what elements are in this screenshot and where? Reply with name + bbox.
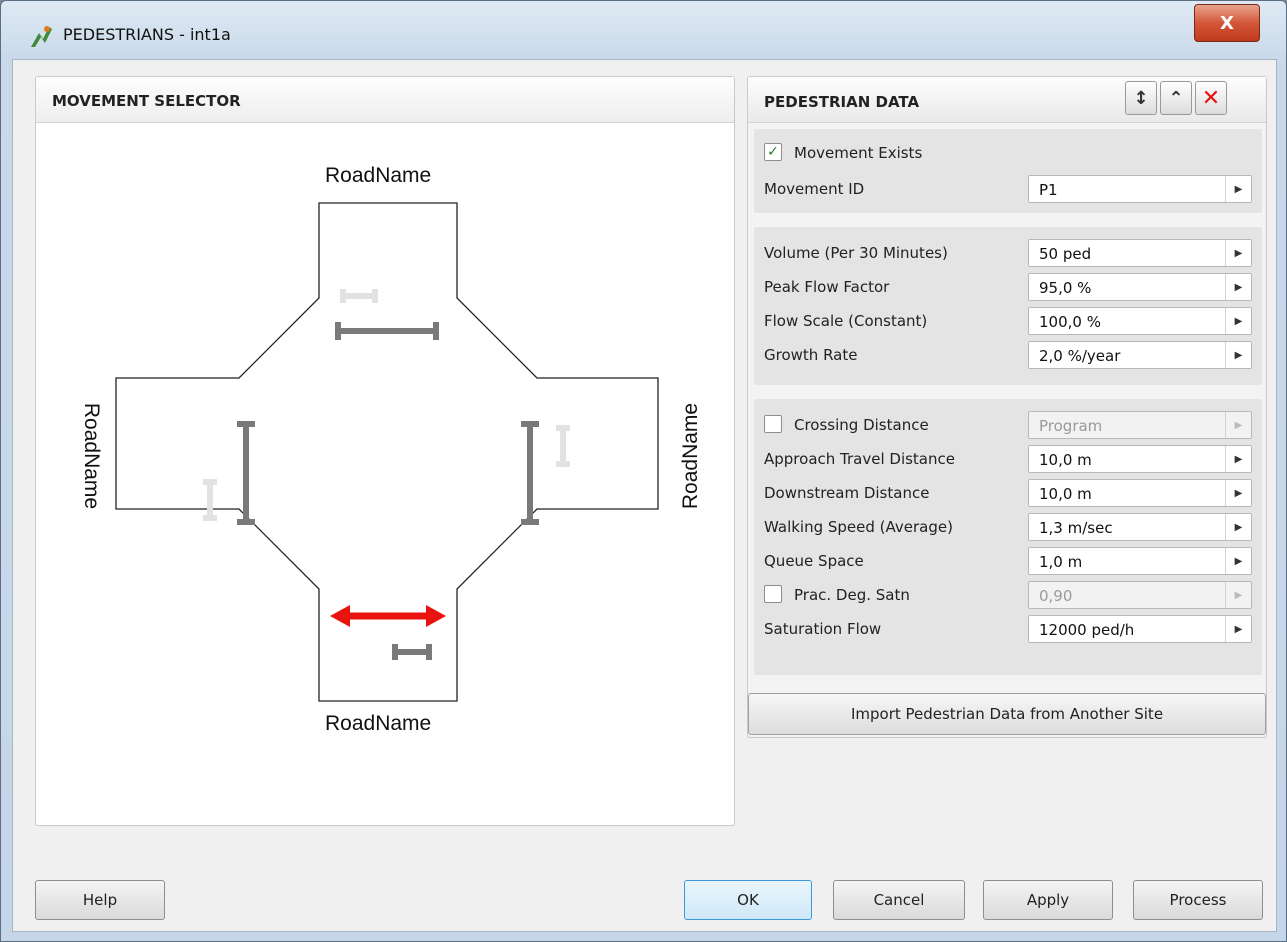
movement-id-label: Movement ID bbox=[764, 180, 865, 198]
movement-exists-checkbox[interactable]: ✓ bbox=[764, 143, 782, 161]
delete-icon: ✕ bbox=[1201, 85, 1221, 111]
walking-speed-field[interactable]: 1,3 m/sec ▶ bbox=[1028, 513, 1252, 541]
row-crossing-distance: Crossing Distance Program ▶ bbox=[754, 409, 1262, 439]
row-downstream-distance: Downstream Distance 10,0 m ▶ bbox=[754, 477, 1262, 507]
volume-label: Volume (Per 30 Minutes) bbox=[764, 244, 948, 262]
app-icon bbox=[31, 26, 52, 47]
close-icon: X bbox=[1220, 12, 1234, 34]
row-prac-deg-satn: Prac. Deg. Satn 0,90 ▶ bbox=[754, 579, 1262, 609]
road-label-east: RoadName bbox=[679, 402, 703, 510]
section-volume: Volume (Per 30 Minutes) 50 ped ▶ Peak Fl… bbox=[754, 227, 1262, 385]
movement-id-value: P1 bbox=[1039, 181, 1058, 199]
queue-space-value: 1,0 m bbox=[1039, 553, 1083, 571]
dialog-content: MOVEMENT SELECTOR RoadName RoadName Road… bbox=[12, 59, 1277, 932]
row-walking-speed: Walking Speed (Average) 1,3 m/sec ▶ bbox=[754, 511, 1262, 541]
dialog-window: PEDESTRIANS - int1a X MOVEMENT SELECTOR bbox=[0, 0, 1287, 942]
chevron-right-icon[interactable]: ▶ bbox=[1225, 514, 1251, 540]
title-bar[interactable]: PEDESTRIANS - int1a X bbox=[1, 1, 1286, 59]
volume-value: 50 ped bbox=[1039, 245, 1092, 263]
prac-deg-satn-checkbox[interactable] bbox=[764, 585, 782, 603]
growth-rate-label: Growth Rate bbox=[764, 346, 858, 364]
row-saturation-flow: Saturation Flow 12000 ped/h ▶ bbox=[754, 613, 1262, 643]
movement-id-field[interactable]: P1 ▶ bbox=[1028, 175, 1252, 203]
queue-space-field[interactable]: 1,0 m ▶ bbox=[1028, 547, 1252, 575]
pedestrian-data-title: PEDESTRIAN DATA bbox=[764, 93, 920, 111]
downstream-distance-value: 10,0 m bbox=[1039, 485, 1092, 503]
flow-scale-label: Flow Scale (Constant) bbox=[764, 312, 928, 330]
row-growth-rate: Growth Rate 2,0 %/year ▶ bbox=[754, 339, 1262, 369]
row-approach-travel-distance: Approach Travel Distance 10,0 m ▶ bbox=[754, 443, 1262, 473]
chevron-right-icon[interactable]: ▶ bbox=[1225, 446, 1251, 472]
chevron-right-icon[interactable]: ▶ bbox=[1225, 616, 1251, 642]
prac-deg-satn-label: Prac. Deg. Satn bbox=[794, 586, 910, 604]
peak-flow-factor-value: 95,0 % bbox=[1039, 279, 1092, 297]
movement-selector-panel: MOVEMENT SELECTOR RoadName RoadName Road… bbox=[35, 76, 735, 826]
road-label-south: RoadName bbox=[325, 712, 432, 735]
close-button[interactable]: X bbox=[1194, 4, 1260, 42]
row-flow-scale: Flow Scale (Constant) 100,0 % ▶ bbox=[754, 305, 1262, 335]
crossing-distance-field: Program ▶ bbox=[1028, 411, 1252, 439]
row-volume: Volume (Per 30 Minutes) 50 ped ▶ bbox=[754, 237, 1262, 267]
queue-space-label: Queue Space bbox=[764, 552, 864, 570]
saturation-flow-value: 12000 ped/h bbox=[1039, 621, 1135, 639]
chevron-right-icon[interactable]: ▶ bbox=[1225, 308, 1251, 334]
ok-button[interactable]: OK bbox=[684, 880, 812, 920]
collapse-vertical-icon: ⌃ bbox=[1168, 87, 1184, 109]
volume-field[interactable]: 50 ped ▶ bbox=[1028, 239, 1252, 267]
import-pedestrian-data-button[interactable]: Import Pedestrian Data from Another Site bbox=[748, 693, 1266, 735]
expand-vertical-icon: ↕ bbox=[1133, 87, 1149, 109]
movement-exists-label: Movement Exists bbox=[794, 144, 923, 162]
row-movement-id: Movement ID P1 ▶ bbox=[754, 173, 1262, 203]
delete-movement-button[interactable]: ✕ bbox=[1195, 81, 1227, 115]
walking-speed-label: Walking Speed (Average) bbox=[764, 518, 953, 536]
row-movement-exists: ✓ Movement Exists bbox=[754, 137, 1262, 167]
row-queue-space: Queue Space 1,0 m ▶ bbox=[754, 545, 1262, 575]
process-button[interactable]: Process bbox=[1133, 880, 1263, 920]
chevron-right-icon[interactable]: ▶ bbox=[1225, 274, 1251, 300]
help-button[interactable]: Help bbox=[35, 880, 165, 920]
approach-travel-distance-label: Approach Travel Distance bbox=[764, 450, 955, 468]
expand-button[interactable]: ↕ bbox=[1125, 81, 1157, 115]
pedestrian-data-header: PEDESTRIAN DATA ↕ ⌃ ✕ bbox=[748, 77, 1266, 123]
chevron-right-icon: ▶ bbox=[1225, 412, 1251, 438]
prac-deg-satn-field: 0,90 ▶ bbox=[1028, 581, 1252, 609]
chevron-right-icon: ▶ bbox=[1225, 582, 1251, 608]
downstream-distance-label: Downstream Distance bbox=[764, 484, 930, 502]
road-label-west: RoadName bbox=[80, 402, 104, 510]
peak-flow-factor-label: Peak Flow Factor bbox=[764, 278, 890, 296]
chevron-right-icon[interactable]: ▶ bbox=[1225, 342, 1251, 368]
section-distances: Crossing Distance Program ▶ Approach Tra… bbox=[754, 399, 1262, 675]
window-title: PEDESTRIANS - int1a bbox=[63, 25, 231, 44]
saturation-flow-label: Saturation Flow bbox=[764, 620, 882, 638]
walking-speed-value: 1,3 m/sec bbox=[1039, 519, 1113, 537]
collapse-button[interactable]: ⌃ bbox=[1160, 81, 1192, 115]
flow-scale-field[interactable]: 100,0 % ▶ bbox=[1028, 307, 1252, 335]
prac-deg-satn-value: 0,90 bbox=[1039, 587, 1073, 605]
chevron-right-icon[interactable]: ▶ bbox=[1225, 548, 1251, 574]
chevron-right-icon[interactable]: ▶ bbox=[1225, 176, 1251, 202]
movement-selector-title: MOVEMENT SELECTOR bbox=[36, 77, 734, 123]
chevron-right-icon[interactable]: ▶ bbox=[1225, 240, 1251, 266]
intersection-diagram: RoadName RoadName RoadName RoadName bbox=[36, 124, 736, 824]
crossing-distance-label: Crossing Distance bbox=[794, 416, 929, 434]
saturation-flow-field[interactable]: 12000 ped/h ▶ bbox=[1028, 615, 1252, 643]
peak-flow-factor-field[interactable]: 95,0 % ▶ bbox=[1028, 273, 1252, 301]
approach-travel-distance-value: 10,0 m bbox=[1039, 451, 1092, 469]
section-movement: ✓ Movement Exists Movement ID P1 ▶ bbox=[754, 129, 1262, 213]
row-peak-flow-factor: Peak Flow Factor 95,0 % ▶ bbox=[754, 271, 1262, 301]
crossing-distance-checkbox[interactable] bbox=[764, 415, 782, 433]
chevron-right-icon[interactable]: ▶ bbox=[1225, 480, 1251, 506]
flow-scale-value: 100,0 % bbox=[1039, 313, 1101, 331]
growth-rate-field[interactable]: 2,0 %/year ▶ bbox=[1028, 341, 1252, 369]
intersection-outline bbox=[115, 202, 659, 702]
approach-travel-distance-field[interactable]: 10,0 m ▶ bbox=[1028, 445, 1252, 473]
downstream-distance-field[interactable]: 10,0 m ▶ bbox=[1028, 479, 1252, 507]
apply-button[interactable]: Apply bbox=[983, 880, 1113, 920]
growth-rate-value: 2,0 %/year bbox=[1039, 347, 1121, 365]
crossing-distance-value: Program bbox=[1039, 417, 1103, 435]
pedestrian-data-panel: PEDESTRIAN DATA ↕ ⌃ ✕ ✓ Movement Exists bbox=[747, 76, 1267, 738]
road-label-north: RoadName bbox=[325, 164, 432, 187]
cancel-button[interactable]: Cancel bbox=[833, 880, 965, 920]
